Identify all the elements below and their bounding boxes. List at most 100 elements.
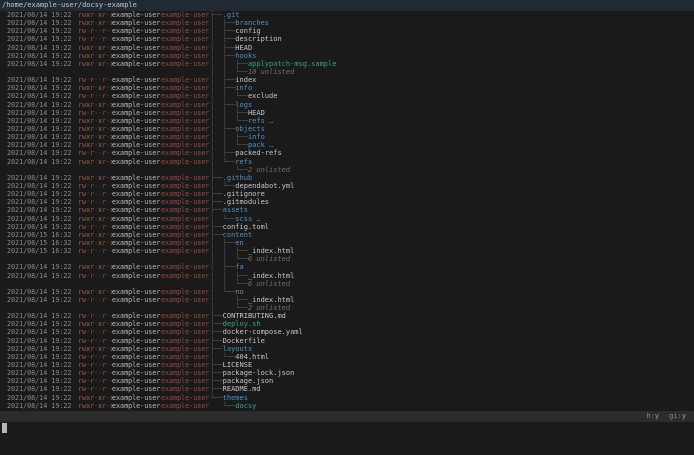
tree-row[interactable]: 2021/08/14 19:22 rw-r--r-- example-user exa… [0,223,694,231]
tree-row[interactable]: 2021/08/14 19:22 rwxr-xr-x example-user exa… [0,133,694,141]
tree-row[interactable]: 2021/08/14 19:22 rwxr-xr-x example-user exa… [0,320,694,328]
file-name[interactable]: fa [235,263,243,271]
tree-row[interactable]: 2021/08/14 19:22 rwxr-xr-x example-user exa… [0,125,694,133]
file-name[interactable]: refs [235,158,252,166]
file-name[interactable]: info [248,133,265,141]
file-name[interactable]: .git [223,11,240,19]
tree-row[interactable]: 2021/08/14 19:22 rwxr-xr-x example-user exa… [0,52,694,60]
file-name[interactable]: CONTRIBUTING.md [223,312,286,320]
flag-h[interactable]: h:y [646,412,659,420]
file-name[interactable]: packed-refs [235,149,281,157]
tree-row[interactable]: 2021/08/14 19:22 rw-r--r-- example-user exa… [0,385,694,393]
tree-row[interactable]: 2021/08/14 19:22 rw-r--r-- example-user exa… [0,353,694,361]
file-name[interactable]: .gitignore [223,190,265,198]
file-name[interactable]: dependabot.yml [235,182,294,190]
file-name[interactable]: _index.html [248,296,294,304]
permissions: rwxr-xr-x [78,287,115,296]
tree-row[interactable]: 2021/08/14 19:22 rw-r--r-- example-user exa… [0,198,694,206]
command-input[interactable] [0,421,694,434]
tree-cell: │ │ └──exclude [210,92,277,100]
file-name[interactable]: _index.html [248,272,294,280]
file-name[interactable]: description [235,35,281,43]
file-name[interactable]: branches [235,19,269,27]
tree-row[interactable]: 2021/08/14 19:22 rw-r--r-- example-user exa… [0,92,694,100]
permissions: rwxr-xr-x [78,19,115,28]
tree-row[interactable]: 2021/08/14 19:22 rwxr-xr-x example-user exa… [0,206,694,214]
group: example-user [161,214,210,223]
tree-row[interactable]: 2021/08/14 19:22 rw-r--r-- example-user exa… [0,149,694,157]
tree-row[interactable]: 2021/08/15 16:32 rwxr-xr-x example-user exa… [0,231,694,239]
tree-row[interactable]: 2021/08/14 19:22 rwxr-xr-x example-user exa… [0,174,694,182]
file-name[interactable]: scss [235,215,252,223]
group: example-user [161,190,210,199]
tree-branch-lines: │ ├── [210,100,236,109]
tree-row[interactable]: 2021/08/15 16:32 rwxr-xr-x example-user exa… [0,239,694,247]
file-name[interactable]: applypatch-msg.sample [248,60,337,68]
tree-row[interactable]: 2021/08/14 19:22 rw-r--r-- example-user exa… [0,27,694,35]
tree-row[interactable]: 2021/08/14 19:22 rwxr-xr-x example-user exa… [0,394,694,402]
group: example-user [161,149,210,158]
tree-row[interactable]: 2021/08/14 19:22 rw-r--r-- example-user exa… [0,272,694,280]
tree-row[interactable]: 2021/08/14 19:22 rwxr-xr-x example-user exa… [0,11,694,19]
file-name[interactable]: HEAD [248,109,265,117]
tree-row[interactable]: 2021/08/14 19:22 rw-r--r-- example-user exa… [0,337,694,345]
file-name[interactable]: en [235,239,243,247]
tree-branch-lines: │ └── [210,214,236,223]
file-name[interactable]: package-lock.json [223,369,295,377]
tree-row[interactable]: 2021/08/15 16:32 rw-r--r-- example-user exa… [0,247,694,255]
file-name[interactable]: Dockerfile [223,337,265,345]
tree-row[interactable]: 2021/08/14 19:22 rwxr-xr-x example-user exa… [0,84,694,92]
tree-row[interactable]: 2021/08/14 19:22 rw-r--r-- example-user exa… [0,312,694,320]
file-name[interactable]: .github [223,174,253,182]
file-name[interactable]: content [223,231,253,239]
file-name[interactable]: 404.html [235,353,269,361]
tree-row[interactable]: 2021/08/14 19:22 rwxr-xr-x example-user exa… [0,141,694,149]
file-name[interactable]: hooks [235,52,256,60]
file-name[interactable]: layouts [223,345,253,353]
tree-row[interactable]: 2021/08/14 19:22 rw-r--r-- example-user exa… [0,296,694,304]
tree-row[interactable]: 2021/08/14 19:22 rwxr-xr-x example-user exa… [0,60,694,68]
file-name[interactable]: config.toml [223,223,269,231]
tree-row[interactable]: 2021/08/14 19:22 rwxr-xr-x example-user exa… [0,402,694,410]
file-name[interactable]: assets [223,206,248,214]
file-name[interactable]: logs [235,101,252,109]
file-name[interactable]: HEAD [235,44,252,52]
permissions: rwxr-xr-x [78,100,115,109]
file-name[interactable]: themes [223,394,248,402]
tree-row[interactable]: 2021/08/14 19:22 rw-r--r-- example-user exa… [0,35,694,43]
file-name[interactable]: exclude [248,92,278,100]
flag-gi[interactable]: gi:y [669,412,686,420]
tree-row[interactable]: 2021/08/14 19:22 rw-r--r-- example-user exa… [0,369,694,377]
tree-row[interactable]: 2021/08/14 19:22 rwxr-xr-x example-user exa… [0,215,694,223]
file-name[interactable]: no [235,288,243,296]
file-name[interactable]: docsy [235,402,256,410]
file-name[interactable]: _index.html [248,247,294,255]
file-name[interactable]: docker-compose.yaml [223,328,303,336]
group: example-user [161,369,210,378]
tree-row[interactable]: 2021/08/14 19:22 rwxr-xr-x example-user exa… [0,345,694,353]
file-name[interactable]: index [235,76,256,84]
tree-row[interactable]: 2021/08/14 19:22 rwxr-xr-x example-user exa… [0,263,694,271]
tree-row[interactable]: 2021/08/14 19:22 rw-r--r-- example-user exa… [0,377,694,385]
file-name[interactable]: LICENSE [223,361,253,369]
tree-row[interactable]: 2021/08/14 19:22 rwxr-xr-x example-user exa… [0,44,694,52]
tree-row[interactable]: 2021/08/14 19:22 rwxr-xr-x example-user exa… [0,117,694,125]
tree-branch-lines: └── [210,393,223,402]
owner: example-user [112,214,161,223]
tree-row[interactable]: 2021/08/14 19:22 rwxr-xr-x example-user exa… [0,19,694,27]
tree-row[interactable]: 2021/08/14 19:22 rw-r--r-- example-user exa… [0,328,694,336]
tree-row[interactable]: 2021/08/14 19:22 rw-r--r-- example-user exa… [0,182,694,190]
tree-cell: │ ├──logs [210,101,252,109]
tree-row[interactable]: 2021/08/14 19:22 rw-r--r-- example-user exa… [0,361,694,369]
group: example-user [161,133,210,142]
tree-row[interactable]: 2021/08/14 19:22 rw-r--r-- example-user exa… [0,109,694,117]
file-name[interactable]: objects [235,125,265,133]
tree-row[interactable]: 2021/08/14 19:22 rw-r--r-- example-user exa… [0,190,694,198]
tree-row[interactable]: 2021/08/14 19:22 rwxr-xr-x example-user exa… [0,158,694,166]
file-name[interactable]: README.md [223,385,261,393]
file-name[interactable]: refs [248,117,265,125]
owner: example-user [112,336,161,345]
tree-row[interactable]: 2021/08/14 19:22 rwxr-xr-x example-user exa… [0,288,694,296]
tree-row[interactable]: 2021/08/14 19:22 rwxr-xr-x example-user exa… [0,101,694,109]
tree-row[interactable]: 2021/08/14 19:22 rw-r--r-- example-user exa… [0,76,694,84]
